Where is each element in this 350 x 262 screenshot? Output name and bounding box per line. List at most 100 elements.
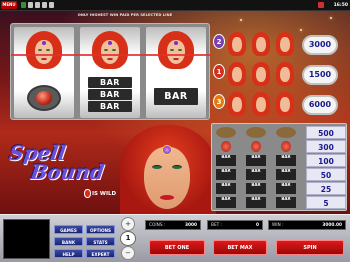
sorceress-symbol: [252, 92, 270, 116]
pay-row: BAR BAR BAR 50: [214, 168, 346, 181]
help-button[interactable]: HELP: [54, 249, 83, 258]
sorceress-symbol: [26, 31, 62, 69]
sorceress-symbol: [228, 92, 246, 116]
single-bar-icon: BAR: [246, 183, 266, 194]
sorceress-symbol: [228, 62, 246, 86]
jackpot-amount: 6000: [302, 95, 338, 115]
info-screen: [3, 219, 50, 259]
pay-value: 300: [306, 140, 346, 153]
pay-row: BAR BAR BAR 25: [214, 182, 346, 195]
pay-row: 500: [214, 126, 346, 139]
control-console: GAMES OPTIONS BANK STATS HELP EXPERT + 1…: [0, 214, 350, 262]
pay-value: 50: [306, 168, 346, 181]
options-button[interactable]: OPTIONS: [86, 225, 115, 234]
owl-icon: [276, 127, 296, 138]
sparkle: [240, 19, 242, 21]
double-bar-icon: BAR: [276, 169, 296, 180]
any-bar-icon: BAR: [246, 197, 266, 208]
reel-3: BAR: [146, 27, 206, 118]
line-3-badge[interactable]: 3: [213, 94, 225, 109]
music-icon[interactable]: [28, 2, 33, 8]
orb-icon: [281, 141, 291, 152]
sparkle: [330, 17, 332, 19]
stats-button[interactable]: STATS: [86, 237, 115, 246]
sorceress-symbol: [252, 32, 270, 56]
any-bar-icon: BAR: [216, 197, 236, 208]
owl-icon: [246, 127, 266, 138]
win-label: WIN :: [272, 223, 284, 228]
pay-row: BAR BAR BAR 100: [214, 154, 346, 167]
pay-row: BAR BAR BAR 5: [214, 196, 346, 209]
info-icon[interactable]: [49, 2, 54, 8]
coins-label: COINS :: [149, 223, 166, 228]
pay-table: 500 300 BAR BAR BAR 100 BAR BAR BAR 50 B…: [211, 123, 347, 211]
triple-bar-icon: BAR: [276, 155, 296, 166]
jackpot-row: 1500: [228, 62, 338, 88]
pay-row: 300: [214, 140, 346, 153]
game-area: ONLY HIGHEST WIN PAID PER SELECTED LINE …: [0, 11, 350, 214]
pay-value: 100: [306, 154, 346, 167]
single-bar-icon: BAR: [216, 183, 236, 194]
window-icon[interactable]: [42, 2, 47, 8]
triple-bar-icon: BAR: [216, 155, 236, 166]
wild-label: IS WILD: [92, 191, 117, 197]
reel-2: BAR BAR BAR: [80, 27, 140, 118]
line-2-badge[interactable]: 2: [213, 34, 225, 49]
bank-button[interactable]: BANK: [54, 237, 83, 246]
crystal-orb-symbol: [27, 85, 61, 111]
double-bar-icon: BAR: [246, 169, 266, 180]
orb-icon: [251, 141, 261, 152]
win-value: 3000.00: [322, 223, 342, 228]
sorceress-symbol: [276, 62, 294, 86]
coin-increase-button[interactable]: +: [121, 217, 135, 231]
games-button[interactable]: GAMES: [54, 225, 83, 234]
sorceress-portrait: [120, 125, 216, 214]
wild-symbol-icon: [84, 189, 91, 198]
jackpot-amount: 3000: [302, 35, 338, 55]
sorceress-symbol: [276, 32, 294, 56]
coins-meter: COINS : 3000: [145, 220, 201, 230]
plus-icon: +: [125, 220, 131, 228]
coin-value: 1: [120, 231, 136, 246]
sorceress-symbol: [276, 92, 294, 116]
any-bar-icon: BAR: [276, 197, 296, 208]
orb-icon: [221, 141, 231, 152]
bet-meter: BET : 0: [207, 220, 263, 230]
top-bar: MENU 16:50: [0, 0, 350, 11]
bet-label: BET :: [211, 223, 223, 228]
jackpot-row: 6000: [228, 92, 338, 118]
expert-button[interactable]: EXPERT: [86, 249, 115, 258]
jackpot-amount: 1500: [302, 65, 338, 85]
pay-value: 5: [306, 196, 346, 209]
bet-max-button[interactable]: BET MAX: [213, 240, 267, 255]
line-1-badge[interactable]: 1: [213, 64, 225, 79]
bet-value: 0: [256, 223, 259, 228]
sorceress-symbol: [252, 62, 270, 86]
double-bar-icon: BAR: [216, 169, 236, 180]
sound-icon[interactable]: [21, 2, 26, 8]
win-meter: WIN : 3000.00: [268, 220, 346, 230]
single-bar-icon: BAR: [276, 183, 296, 194]
menu-button[interactable]: MENU: [1, 1, 17, 9]
win-notice: ONLY HIGHEST WIN PAID PER SELECTED LINE: [77, 13, 173, 17]
settings-icon[interactable]: [35, 2, 40, 8]
sorceress-symbol: [158, 31, 194, 69]
triple-bar-icon: BAR: [246, 155, 266, 166]
single-bar-symbol: BAR: [154, 88, 198, 105]
pay-value: 25: [306, 182, 346, 195]
jackpot-row: 3000: [228, 32, 338, 58]
clock: 16:50: [333, 3, 348, 8]
owl-icon: [216, 127, 236, 138]
spin-button[interactable]: SPIN: [276, 240, 344, 255]
coins-value: 3000: [185, 223, 197, 228]
pay-value: 500: [306, 126, 346, 139]
coin-decrease-button[interactable]: −: [121, 246, 135, 260]
bet-one-button[interactable]: BET ONE: [149, 240, 205, 255]
sparkle: [300, 29, 302, 31]
payline: [11, 54, 211, 56]
reel-1: [14, 27, 74, 118]
reel-window: BAR BAR BAR BAR: [10, 23, 211, 120]
sorceress-symbol: [228, 32, 246, 56]
sorceress-symbol: [92, 31, 128, 69]
close-icon[interactable]: [318, 2, 324, 8]
